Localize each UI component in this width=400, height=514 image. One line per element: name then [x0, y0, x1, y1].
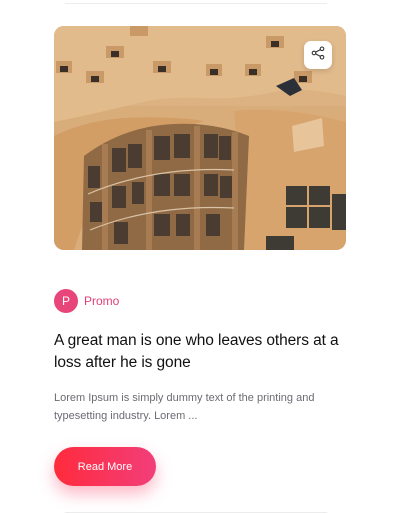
share-button[interactable] [304, 41, 332, 69]
post-image[interactable] [54, 26, 346, 250]
post-excerpt: Lorem Ipsum is simply dummy text of the … [54, 392, 315, 422]
bottom-divider [65, 512, 327, 513]
category-avatar: P [54, 289, 78, 313]
post-category[interactable]: P Promo [54, 289, 119, 313]
share-icon [311, 45, 325, 65]
category-label[interactable]: Promo [84, 294, 119, 308]
read-more-button[interactable]: Read More [54, 447, 156, 486]
post-title[interactable]: A great man is one who leaves others at … [54, 330, 346, 374]
top-divider [65, 3, 327, 4]
